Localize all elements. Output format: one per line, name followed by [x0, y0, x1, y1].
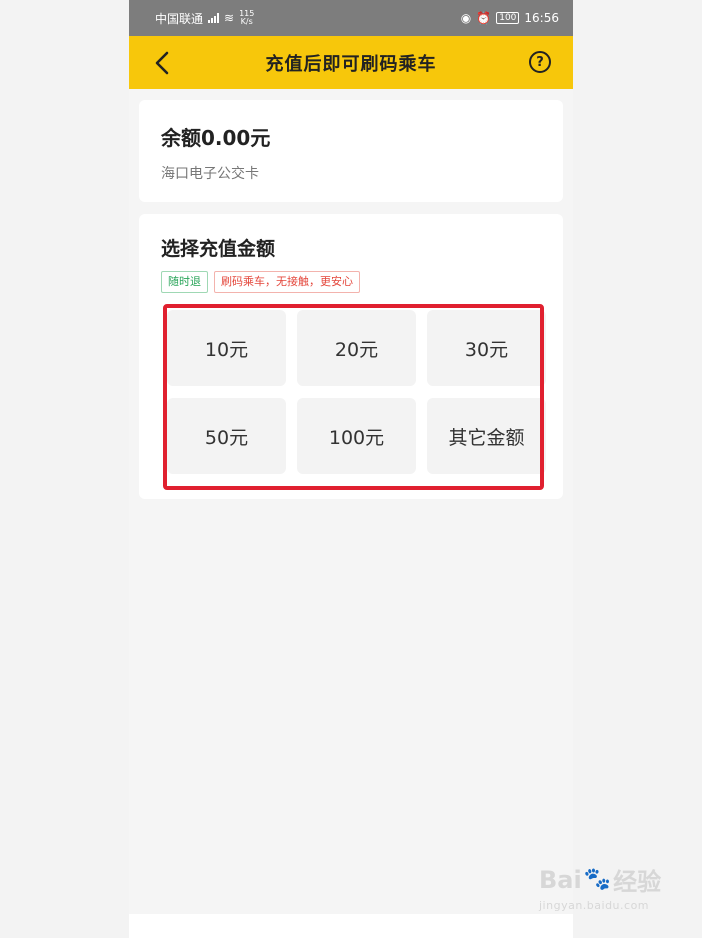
- carrier-text: 中国联通: [155, 11, 204, 26]
- paw-icon: 🐾: [583, 867, 612, 892]
- signal-icon: [208, 13, 220, 23]
- card-name: 海口电子公交卡: [161, 166, 259, 182]
- eye-icon: ◉: [460, 11, 472, 25]
- amount-option-30[interactable]: 30元: [427, 310, 546, 386]
- balance-card: 余额 0.00 元 海口电子公交卡: [139, 100, 563, 202]
- top-app-bar: 充值后即可刷码乘车 ?: [129, 36, 573, 89]
- network-speed: 115 K/s: [239, 10, 254, 26]
- help-icon[interactable]: ?: [529, 51, 551, 73]
- status-bar: 中国联通 ≋ 115 K/s ◉ ⏰ 100 16:56: [129, 0, 573, 36]
- watermark-url: jingyan.baidu.com: [539, 899, 650, 912]
- status-left: 中国联通 ≋ 115 K/s: [155, 10, 254, 27]
- amount-option-20[interactable]: 20元: [297, 310, 416, 386]
- balance-line: 余额 0.00 元: [161, 122, 541, 151]
- balance-unit: 元: [250, 126, 271, 150]
- contactless-tag: 刷码乘车，无接触，更安心: [214, 271, 360, 293]
- amount-option-10[interactable]: 10元: [167, 310, 286, 386]
- page-title: 充值后即可刷码乘车: [265, 53, 437, 75]
- bottom-bar: [129, 914, 573, 938]
- balance-amount: 0.00: [201, 126, 251, 150]
- section-title: 选择充值金额: [161, 238, 276, 260]
- amount-option-50[interactable]: 50元: [167, 398, 286, 474]
- watermark-logo: Bai 🐾 经验: [539, 862, 679, 897]
- refund-anytime-tag: 随时退: [161, 271, 208, 293]
- wifi-icon: ≋: [224, 11, 235, 25]
- status-right: ◉ ⏰ 100 16:56: [461, 11, 559, 25]
- battery-icon: 100: [496, 12, 520, 24]
- amount-options-grid: 10元 20元 30元 50元 100元 其它金额: [167, 310, 546, 474]
- amount-option-100[interactable]: 100元: [297, 398, 416, 474]
- amount-option-other[interactable]: 其它金额: [427, 398, 546, 474]
- tag-row: 随时退 刷码乘车，无接触，更安心: [161, 271, 541, 293]
- watermark-brand: Bai: [539, 865, 582, 894]
- speed-unit: K/s: [240, 17, 253, 26]
- alarm-clock-icon: ⏰: [476, 11, 492, 25]
- balance-label: 余额: [161, 126, 201, 150]
- back-chevron-icon[interactable]: [151, 50, 175, 76]
- clock-time: 16:56: [524, 11, 559, 25]
- watermark-suffix: 经验: [613, 868, 662, 896]
- watermark: Bai 🐾 经验 jingyan.baidu.com: [539, 862, 679, 913]
